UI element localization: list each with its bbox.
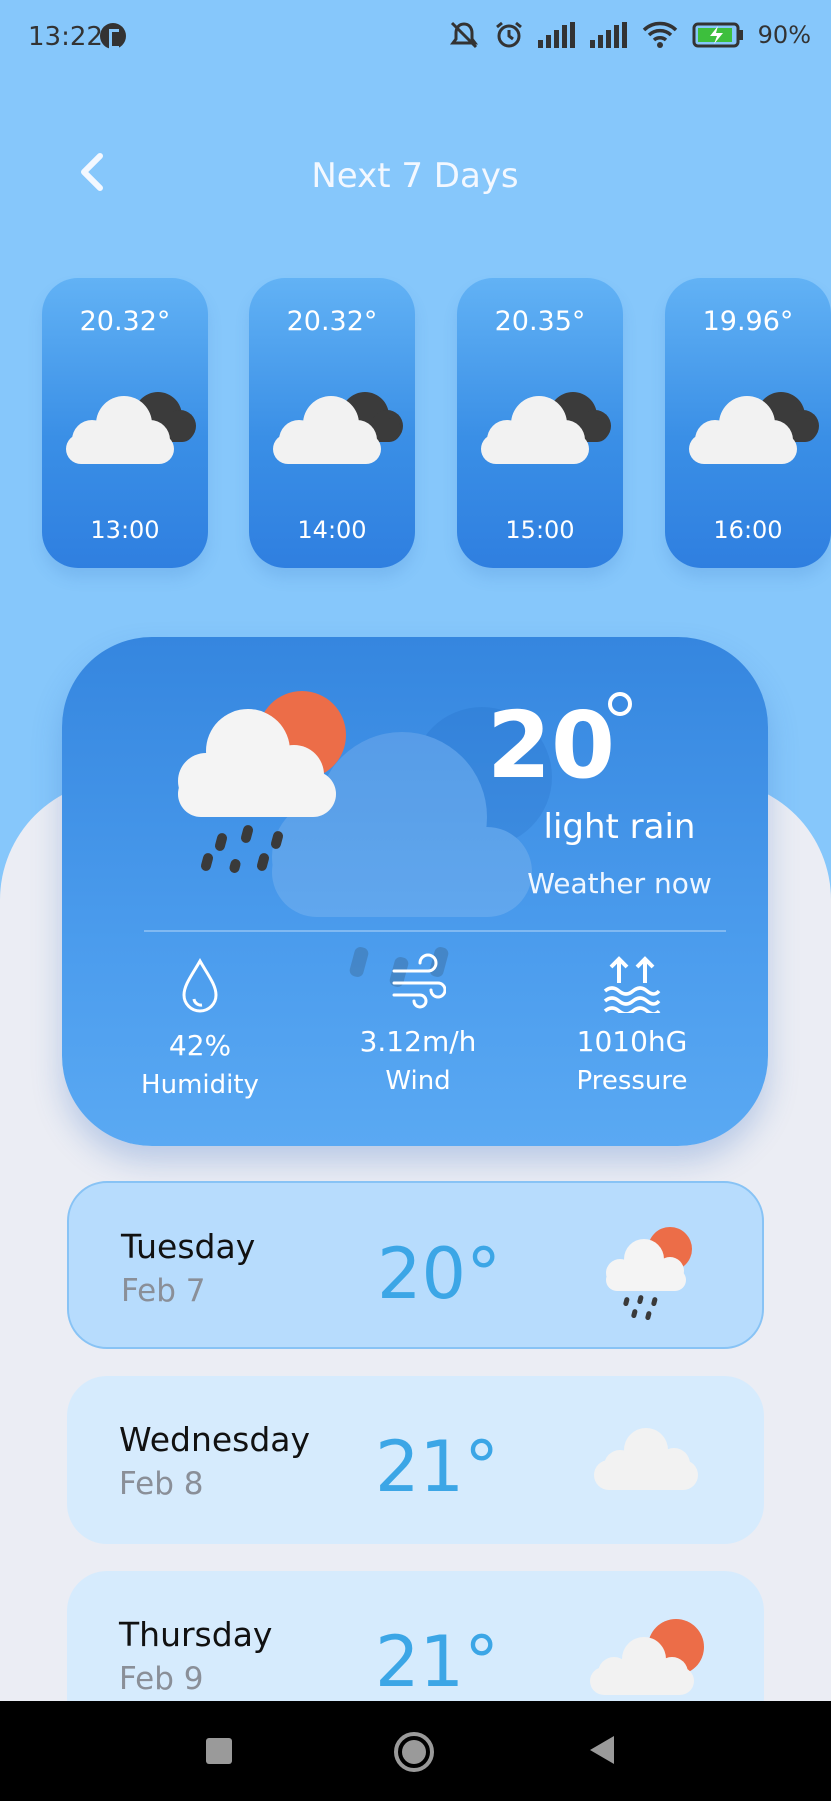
home-button[interactable] xyxy=(393,1731,435,1773)
hourly-temp: 19.96° xyxy=(702,306,794,337)
rain-sun-cloud-icon xyxy=(178,691,346,873)
day-temp: 20° xyxy=(377,1233,502,1315)
cloudy-icon xyxy=(689,392,819,464)
day-name: Wednesday xyxy=(119,1420,311,1459)
day-name: Tuesday xyxy=(121,1227,256,1266)
day-date: Feb 9 xyxy=(119,1661,204,1697)
wind-value: 3.12m/h xyxy=(359,1025,477,1058)
hourly-card[interactable]: 19.96° 16:00 xyxy=(665,278,831,568)
recent-apps-button[interactable] xyxy=(205,1737,233,1765)
rain-sun-cloud-icon xyxy=(606,1227,692,1321)
mute-icon xyxy=(449,21,478,49)
back-button[interactable] xyxy=(588,1734,616,1766)
signal-icon xyxy=(537,22,575,48)
divider xyxy=(144,930,726,932)
cloudy-icon xyxy=(66,392,196,464)
pressure-stat: 1010hG Pressure xyxy=(532,953,732,1096)
humidity-stat: 42% Humidity xyxy=(100,957,300,1100)
hourly-card[interactable]: 20.32° 13:00 xyxy=(42,278,208,568)
hourly-temp: 20.32° xyxy=(286,306,378,337)
cloudy-icon xyxy=(481,392,611,464)
battery-charging-icon xyxy=(692,22,743,48)
hourly-time: 13:00 xyxy=(90,516,160,544)
screen: 13:22 90% Next 7 Days 20.32° 13:00 20.32… xyxy=(0,0,831,1801)
battery-percent: 90% xyxy=(757,21,811,49)
pressure-label: Pressure xyxy=(576,1066,688,1096)
hourly-card[interactable]: 20.32° 14:00 xyxy=(249,278,415,568)
day-temp: 21° xyxy=(375,1621,500,1703)
sun-cloud-icon xyxy=(590,1619,704,1695)
current-condition: light rain xyxy=(543,807,696,847)
current-subtitle: Weather now xyxy=(527,867,712,900)
day-row[interactable]: Tuesday Feb 7 20° xyxy=(67,1181,764,1349)
page-title: Next 7 Days xyxy=(311,156,519,196)
back-arrow-icon[interactable] xyxy=(72,150,116,194)
day-date: Feb 8 xyxy=(119,1466,204,1502)
signal-icon-2 xyxy=(589,22,627,48)
system-nav-bar xyxy=(0,1701,831,1801)
humidity-label: Humidity xyxy=(141,1070,259,1100)
wind-stat: 3.12m/h Wind xyxy=(318,953,518,1096)
status-time: 13:22 xyxy=(28,22,103,52)
current-temp: 20 xyxy=(487,692,616,799)
alarm-icon xyxy=(495,21,522,48)
status-bar: 13:22 90% xyxy=(0,0,831,74)
humidity-value: 42% xyxy=(168,1029,232,1062)
hourly-time: 15:00 xyxy=(505,516,575,544)
droplet-icon xyxy=(182,957,218,1013)
hourly-time: 16:00 xyxy=(713,516,783,544)
wind-icon xyxy=(392,953,446,1009)
wifi-icon xyxy=(642,21,677,48)
day-temp: 21° xyxy=(375,1426,500,1508)
current-weather-card: 20 light rain Weather now 42% Humidity 3… xyxy=(62,637,768,1146)
cloudy-icon xyxy=(273,392,403,464)
status-icons: 90% xyxy=(448,20,811,50)
degree-icon xyxy=(608,692,632,716)
day-row[interactable]: Wednesday Feb 8 21° xyxy=(67,1376,764,1544)
hourly-time: 14:00 xyxy=(297,516,367,544)
app-notification-icon xyxy=(100,23,126,49)
pressure-value: 1010hG xyxy=(576,1025,688,1058)
pressure-icon xyxy=(603,956,661,1013)
day-name: Thursday xyxy=(119,1615,273,1654)
hourly-card[interactable]: 20.35° 15:00 xyxy=(457,278,623,568)
hourly-temp: 20.35° xyxy=(494,306,586,337)
hourly-temp: 20.32° xyxy=(79,306,171,337)
wind-label: Wind xyxy=(385,1066,451,1096)
cloud-icon xyxy=(594,1428,698,1490)
day-date: Feb 7 xyxy=(121,1273,206,1309)
